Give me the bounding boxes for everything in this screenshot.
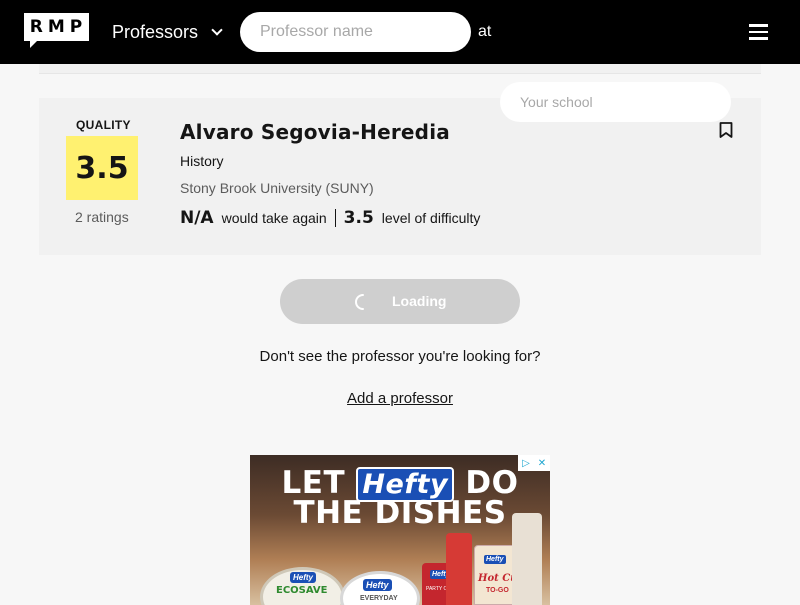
loading-label: Loading: [392, 293, 447, 309]
loading-spinner-icon: [355, 294, 364, 310]
difficulty-value: 3.5: [343, 208, 374, 228]
product-brand-4: Hefty: [484, 555, 506, 564]
professor-school: Stony Brook University (SUNY): [180, 180, 374, 196]
ad-choices-icon[interactable]: ▷: [518, 455, 534, 471]
would-take-again-value: N/A: [180, 208, 214, 228]
at-label: at: [478, 23, 492, 40]
stacked-cups-image: [512, 513, 542, 605]
product-label-togo: TO-GO: [486, 587, 509, 594]
hamburger-menu-icon[interactable]: [749, 24, 769, 40]
add-professor-link[interactable]: Add a professor: [200, 390, 600, 407]
stats-divider: [334, 209, 336, 227]
professor-name[interactable]: Alvaro Segovia-Heredia: [180, 120, 450, 144]
top-nav-bar: RMP Professors at: [0, 0, 800, 122]
advertisement[interactable]: LET Hefty DO THE DISHES Hefty ECOSAVE He…: [250, 455, 550, 605]
quality-label: QUALITY: [76, 118, 131, 132]
ad-headline-line2: THE DISHES: [293, 495, 507, 531]
logo-speech-tail: [30, 40, 38, 48]
would-take-again-label: would take again: [221, 210, 327, 226]
search-type-dropdown[interactable]: Professors: [112, 21, 224, 43]
professor-name-input[interactable]: [240, 12, 471, 52]
rmp-logo[interactable]: RMP: [24, 13, 89, 49]
chevron-down-icon: [210, 25, 224, 39]
search-type-label: Professors: [112, 21, 199, 42]
product-label-ecosave: ECOSAVE: [276, 585, 328, 596]
dont-see-professor-text: Don't see the professor you're looking f…: [259, 348, 541, 365]
ad-close-icon[interactable]: ✕: [534, 455, 550, 471]
professor-department: History: [180, 153, 224, 169]
product-label-everyday: EVERYDAY: [360, 595, 398, 602]
quality-score-badge: 3.5: [66, 136, 138, 200]
product-brand-1: Hefty: [290, 572, 317, 583]
logo-text: RMP: [24, 13, 89, 41]
ad-controls: ▷ ✕: [518, 455, 550, 471]
product-brand-2: Hefty: [363, 579, 392, 591]
professor-stats: N/A would take again 3.5 level of diffic…: [180, 207, 480, 229]
red-cups-image: [446, 533, 472, 605]
school-input[interactable]: [500, 82, 731, 122]
bookmark-icon[interactable]: [719, 122, 733, 138]
difficulty-label: level of difficulty: [381, 210, 481, 226]
ratings-count: 2 ratings: [75, 209, 129, 225]
